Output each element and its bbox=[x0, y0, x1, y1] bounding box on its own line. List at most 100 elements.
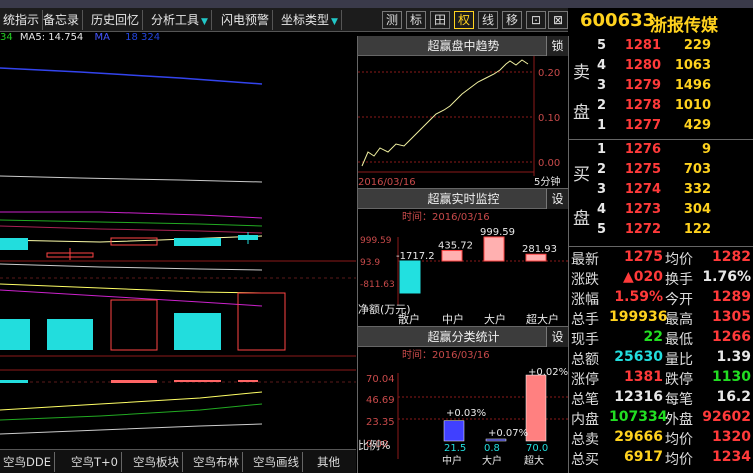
monitor-ytick: -811.63 bbox=[360, 280, 395, 290]
analysis-tools-button[interactable]: 分析工具 ▼ bbox=[148, 10, 212, 30]
vol-ma-yellow bbox=[0, 283, 263, 294]
stat-value: 12316 bbox=[614, 389, 663, 405]
book-row[interactable]: 5 1281 229 bbox=[569, 38, 753, 58]
stat-value: 22 bbox=[643, 329, 663, 345]
stock-header: 600633 浙报传媒 bbox=[568, 8, 753, 36]
book-row[interactable]: 1 1276 9 bbox=[569, 142, 753, 162]
book-row[interactable]: 2 1275 703 bbox=[569, 162, 753, 182]
monitor-bar bbox=[483, 236, 505, 262]
stat-value: 1381 bbox=[624, 369, 663, 385]
book-level: 3 bbox=[597, 78, 607, 93]
stat-value: 1282 bbox=[712, 249, 751, 265]
book-divider bbox=[569, 139, 753, 140]
stat-label: 最低 bbox=[665, 332, 693, 348]
maximize-icon[interactable]: ⊡ bbox=[526, 11, 546, 29]
mark-button[interactable]: 标 bbox=[406, 11, 426, 29]
monitor-category: 散户 bbox=[398, 312, 420, 326]
stat-row: 涨跌 ▲020 换手 1.76% bbox=[569, 269, 753, 289]
monitor-bar bbox=[525, 253, 547, 262]
stat-label: 今开 bbox=[665, 292, 693, 308]
vol-ma-white bbox=[0, 263, 263, 271]
book-volume: 1063 bbox=[674, 58, 711, 73]
trend-line bbox=[361, 59, 529, 167]
close-panel-icon[interactable]: ⊠ bbox=[548, 11, 568, 29]
book-row[interactable]: 4 1273 304 bbox=[569, 202, 753, 222]
indicator-button[interactable]: 统指示 bbox=[0, 10, 44, 30]
memo-button[interactable]: 备忘录 bbox=[40, 10, 84, 30]
book-row[interactable]: 3 1274 332 bbox=[569, 182, 753, 202]
stat-value: 29666 bbox=[614, 429, 663, 445]
book-row[interactable]: 1 1277 429 bbox=[569, 118, 753, 138]
stat-bar bbox=[525, 374, 547, 442]
book-level: 1 bbox=[597, 142, 607, 157]
stat-date: 时间：2016/03/16 bbox=[402, 348, 490, 361]
volume-bar bbox=[237, 292, 286, 351]
candle-down bbox=[174, 238, 221, 246]
monitor-category: 大户 bbox=[484, 312, 506, 326]
stat-value: 1289 bbox=[712, 289, 751, 305]
monitor-bars: -1717.2435.72 999.59 281.93 bbox=[396, 227, 557, 294]
stat-settings-button[interactable]: 设 bbox=[546, 327, 568, 347]
grid-button[interactable]: 田 bbox=[430, 11, 450, 29]
line-button[interactable]: 线 bbox=[478, 11, 498, 29]
stat-value: 1305 bbox=[712, 309, 751, 325]
indicator-label: 统指示 bbox=[3, 13, 40, 27]
stat-value: 1275 bbox=[624, 249, 663, 265]
book-row[interactable]: 3 1279 1496 bbox=[569, 78, 753, 98]
book-volume: 703 bbox=[683, 162, 711, 177]
book-row[interactable]: 4 1280 1063 bbox=[569, 58, 753, 78]
tab-sector[interactable]: 空鸟板块 bbox=[130, 452, 183, 472]
history-replay-button[interactable]: 历史回忆 bbox=[88, 10, 144, 30]
book-price: 1272 bbox=[624, 222, 661, 237]
stat-row: 总卖 29666 均价 1320 bbox=[569, 429, 753, 449]
stat-value: 1234 bbox=[712, 449, 751, 465]
stat-value: 92602 bbox=[702, 409, 751, 425]
stat-value: 6917 bbox=[624, 449, 663, 465]
axis-type-button[interactable]: 坐标类型 ▼ bbox=[278, 10, 342, 30]
stat-value: 1.76% bbox=[702, 269, 751, 285]
book-row[interactable]: 5 1272 122 bbox=[569, 222, 753, 242]
stat-label: 总笔 bbox=[571, 392, 599, 408]
stat-ytick: 70.04 bbox=[366, 374, 395, 385]
stat-row: 最新 1275 均价 1282 bbox=[569, 249, 753, 269]
book-row[interactable]: 2 1278 1010 bbox=[569, 98, 753, 118]
ma-line-yellow bbox=[0, 235, 263, 243]
stat-value: 1266 bbox=[712, 329, 751, 345]
book-price: 1280 bbox=[624, 58, 661, 73]
stat-value: 1130 bbox=[712, 369, 751, 385]
measure-button[interactable]: 测 bbox=[382, 11, 402, 29]
stat-ratio-label: 比例% bbox=[358, 438, 390, 452]
stat-label: 内盘 bbox=[571, 412, 599, 428]
rights-button[interactable]: 权 bbox=[454, 11, 474, 29]
book-volume: 9 bbox=[701, 142, 711, 157]
tab-bollinger[interactable]: 空鸟布林 bbox=[190, 452, 243, 472]
book-price: 1275 bbox=[624, 162, 661, 177]
monitor-settings-button[interactable]: 设 bbox=[546, 189, 568, 209]
tab-dde[interactable]: 空鸟DDE bbox=[0, 452, 55, 472]
stat-value: 1.39 bbox=[716, 349, 751, 365]
dropdown-triangle-icon: ▼ bbox=[331, 17, 338, 27]
monitor-panel: 超赢实时监控 设 时间：2016/03/16 999.59 93.9 -811.… bbox=[357, 188, 569, 326]
book-volume: 1496 bbox=[674, 78, 711, 93]
kline-chart[interactable] bbox=[0, 32, 356, 448]
indicator-line-yellow bbox=[0, 391, 263, 411]
tab-other[interactable]: 其他 bbox=[314, 452, 343, 472]
tab-drawing[interactable]: 空鸟画线 bbox=[250, 452, 303, 472]
monitor-bar-label: -1717.2 bbox=[396, 251, 435, 262]
stat-bar bbox=[443, 420, 465, 442]
book-level: 3 bbox=[597, 182, 607, 197]
book-level: 1 bbox=[597, 118, 607, 133]
move-button[interactable]: 移 bbox=[502, 11, 522, 29]
monitor-ytick: 999.59 bbox=[360, 236, 392, 246]
lightning-alert-button[interactable]: 闪电预警 bbox=[218, 10, 274, 30]
trend-ytick: 0.00 bbox=[538, 158, 560, 169]
book-volume: 429 bbox=[683, 118, 711, 133]
ma-line-magenta bbox=[0, 211, 263, 219]
lock-button[interactable]: 锁 bbox=[546, 36, 568, 56]
book-volume: 304 bbox=[683, 202, 711, 217]
stat-row: 涨停 1381 跌停 1130 bbox=[569, 369, 753, 389]
tab-t0[interactable]: 空鸟T+0 bbox=[68, 452, 122, 472]
book-level: 2 bbox=[597, 98, 607, 113]
monitor-bar bbox=[399, 260, 421, 294]
book-price: 1279 bbox=[624, 78, 661, 93]
